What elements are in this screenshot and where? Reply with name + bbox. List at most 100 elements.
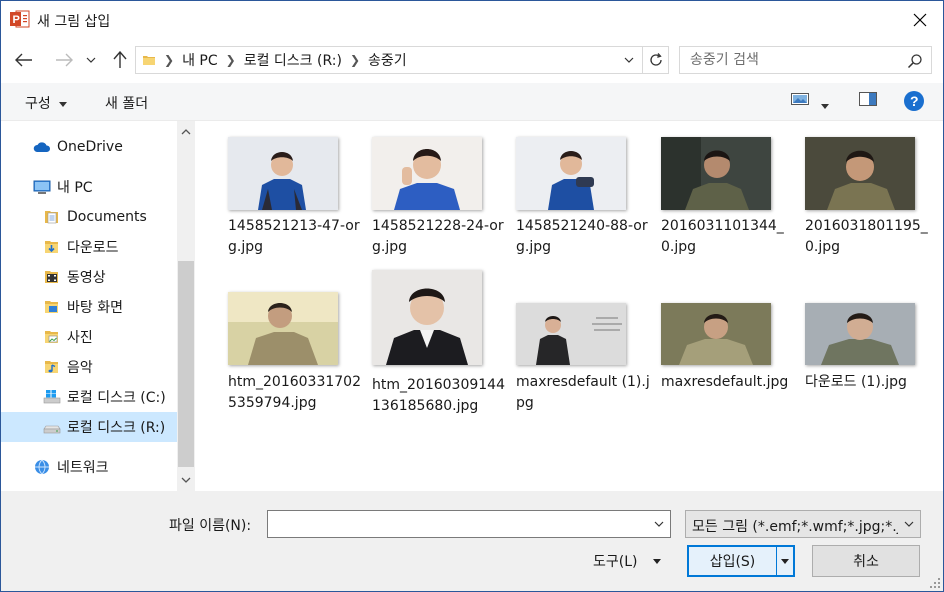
preview-pane-button[interactable]: [859, 92, 877, 110]
sidebar-item-network[interactable]: 네트워크: [1, 452, 177, 482]
sidebar-item-label: 동영상: [67, 270, 106, 286]
sidebar-item-drive-c[interactable]: 로컬 디스크 (C:): [1, 382, 177, 412]
image-thumbnail: [516, 137, 626, 210]
tools-button[interactable]: 도구(L): [593, 551, 662, 571]
sidebar-item-music[interactable]: 음악: [1, 352, 177, 382]
file-item[interactable]: 다운로드 (1).jpg: [805, 292, 941, 422]
file-item[interactable]: maxresdefault (1).jpg: [516, 292, 652, 422]
file-item[interactable]: 1458521240-88-org.jpg: [516, 136, 652, 266]
address-history-dropdown[interactable]: [620, 47, 638, 73]
sidebar-item-label: 사진: [67, 330, 93, 346]
sidebar-item-label: OneDrive: [57, 139, 123, 155]
search-input[interactable]: [680, 47, 900, 73]
insert-picture-dialog: P 새 그림 삽입 ❯ 내 PC ❯ 로컬 디스크 (R:) ❯ 송중기 송중기…: [0, 0, 944, 592]
scroll-down-button[interactable]: [177, 471, 195, 489]
resize-grip-icon[interactable]: [929, 577, 941, 589]
chevron-down-icon: [904, 521, 914, 527]
svg-text:P: P: [13, 14, 20, 26]
sidebar-item-label: 내 PC: [57, 180, 93, 196]
back-button[interactable]: [13, 49, 35, 71]
organize-label: 구성: [25, 96, 51, 112]
videos-folder-icon: [45, 271, 58, 283]
help-icon: ?: [904, 91, 924, 111]
downloads-folder-icon: [45, 241, 58, 253]
sidebar-item-drive-r[interactable]: 로컬 디스크 (R:): [1, 412, 177, 442]
file-name: 1458521240-88-org.jpg: [516, 218, 648, 255]
sidebar-item-pictures[interactable]: 사진: [1, 322, 177, 352]
chevron-down-icon: [624, 57, 634, 63]
sidebar-item-downloads[interactable]: 다운로드: [1, 232, 177, 262]
chevron-up-icon: [181, 129, 191, 135]
filename-dropdown-button[interactable]: [648, 511, 670, 537]
navigation-pane: OneDrive 내 PC Documents 다운로드 동영상 바탕 화면 사…: [1, 121, 197, 491]
scroll-thumb[interactable]: [178, 261, 194, 467]
file-item[interactable]: 1458521213-47-org.jpg: [228, 136, 364, 266]
up-button[interactable]: [109, 49, 131, 71]
powerpoint-icon: P: [10, 10, 30, 28]
sidebar-scrollbar[interactable]: [177, 121, 195, 491]
sidebar-item-label: 로컬 디스크 (C:): [67, 390, 166, 406]
address-bar[interactable]: ❯ 내 PC ❯ 로컬 디스크 (R:) ❯ 송중기: [135, 46, 669, 74]
caret-down-icon: [653, 558, 662, 564]
view-mode-button[interactable]: [791, 92, 809, 110]
sidebar-item-documents[interactable]: Documents: [1, 202, 177, 232]
file-item[interactable]: htm_20160309144136185680.jpg: [372, 270, 508, 414]
organize-button[interactable]: 구성: [25, 93, 68, 113]
file-name: 1458521213-47-org.jpg: [228, 218, 360, 255]
recent-locations-button[interactable]: [83, 49, 99, 71]
breadcrumb: ❯ 내 PC ❯ 로컬 디스크 (R:) ❯ 송중기: [142, 47, 413, 73]
file-item[interactable]: 1458521228-24-org.jpg: [372, 136, 508, 266]
image-thumbnail: [228, 292, 338, 365]
drive-icon: [43, 425, 61, 434]
breadcrumb-item[interactable]: 송중기: [362, 50, 413, 70]
folder-icon: [143, 56, 155, 65]
sidebar-item-label: 다운로드: [67, 240, 119, 256]
caret-down-icon: [821, 104, 829, 109]
sidebar-item-label: 바탕 화면: [67, 300, 123, 316]
scroll-up-button[interactable]: [177, 123, 195, 141]
windows-drive-icon: [43, 390, 61, 404]
chevron-down-icon: [86, 57, 96, 63]
file-item[interactable]: 2016031801195_0.jpg: [805, 136, 941, 266]
view-options-dropdown[interactable]: [821, 98, 829, 113]
breadcrumb-item[interactable]: 로컬 디스크 (R:): [238, 50, 348, 70]
help-button[interactable]: ?: [904, 91, 924, 115]
pictures-folder-icon: [45, 331, 58, 343]
image-thumbnail: [805, 137, 915, 210]
file-item[interactable]: 2016031101344_0.jpg: [661, 136, 797, 266]
chevron-down-icon: [181, 477, 191, 483]
arrow-left-icon: [15, 53, 32, 67]
image-thumbnail: [661, 303, 771, 365]
sidebar-item-label: 음악: [67, 360, 93, 376]
search-box[interactable]: [679, 46, 932, 74]
breadcrumb-item[interactable]: 내 PC: [176, 50, 224, 70]
file-type-filter[interactable]: 모든 그림 (*.emf;*.wmf;*.jpg;*.jpeg;*.png): [685, 510, 921, 538]
refresh-button[interactable]: [642, 47, 668, 73]
dialog-footer: 파일 이름(N): 모든 그림 (*.emf;*.wmf;*.jpg;*.jpe…: [1, 491, 943, 591]
filename-input[interactable]: [268, 511, 648, 537]
insert-label: 삽입(S): [689, 547, 777, 575]
desktop-folder-icon: [45, 301, 58, 313]
sidebar-item-this-pc[interactable]: 내 PC: [1, 172, 177, 202]
sidebar-item-videos[interactable]: 동영상: [1, 262, 177, 292]
forward-button[interactable]: [53, 49, 75, 71]
close-button[interactable]: [897, 1, 943, 39]
filename-label: 파일 이름(N):: [169, 518, 252, 534]
file-type-dropdown-button[interactable]: [898, 511, 920, 537]
new-folder-button[interactable]: 새 폴더: [105, 93, 148, 113]
sidebar-item-desktop[interactable]: 바탕 화면: [1, 292, 177, 322]
insert-button[interactable]: 삽입(S): [687, 545, 795, 577]
file-item[interactable]: maxresdefault.jpg: [661, 292, 797, 422]
preview-pane-icon: [859, 92, 877, 106]
filename-combobox[interactable]: [267, 510, 671, 538]
window-title: 새 그림 삽입: [37, 14, 111, 30]
cancel-button[interactable]: 취소: [812, 545, 920, 577]
arrow-up-icon: [113, 51, 127, 68]
file-item[interactable]: htm_201603317025359794.jpg: [228, 292, 364, 422]
sidebar-item-label: Documents: [67, 209, 147, 225]
sidebar-item-onedrive[interactable]: OneDrive: [1, 132, 177, 162]
network-icon: [35, 459, 49, 475]
file-name: maxresdefault.jpg: [661, 374, 789, 390]
insert-options-dropdown[interactable]: [777, 547, 793, 575]
breadcrumb-separator: ❯: [225, 53, 236, 67]
